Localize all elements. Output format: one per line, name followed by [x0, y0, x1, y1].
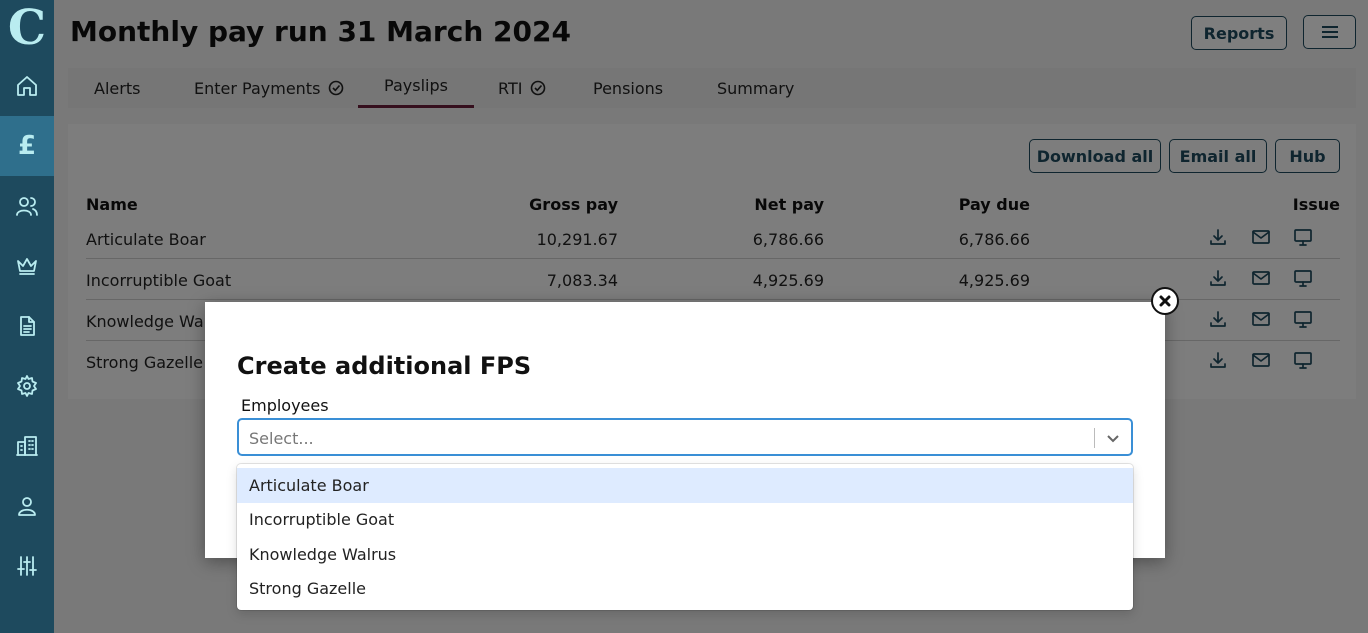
- sidebar-item-crown[interactable]: [0, 236, 54, 296]
- sidebar: C £: [0, 0, 54, 633]
- chevron-down-icon: [1107, 435, 1119, 443]
- dropdown-option[interactable]: Strong Gazelle: [237, 572, 1133, 607]
- sidebar-item-payroll[interactable]: £: [0, 116, 54, 176]
- crown-icon: [17, 258, 37, 275]
- dropdown-option[interactable]: Articulate Boar: [237, 468, 1133, 503]
- home-icon: [17, 76, 37, 96]
- document-icon: [20, 316, 35, 336]
- select-placeholder: Select...: [249, 429, 314, 448]
- gear-icon: [17, 375, 37, 397]
- close-icon: [1159, 295, 1171, 307]
- modal-title: Create additional FPS: [237, 352, 532, 380]
- employees-dropdown-menu: Articulate Boar Incorruptible Goat Knowl…: [237, 464, 1133, 610]
- employees-label: Employees: [241, 396, 329, 415]
- pound-icon: £: [17, 131, 37, 161]
- select-separator: [1094, 428, 1095, 448]
- dropdown-option[interactable]: Knowledge Walrus: [237, 537, 1133, 572]
- sidebar-item-settings[interactable]: [0, 356, 54, 416]
- users-icon: [16, 197, 38, 216]
- user-icon: [18, 497, 36, 516]
- sidebar-item-company[interactable]: [0, 416, 54, 476]
- employees-select[interactable]: Select...: [237, 418, 1133, 456]
- app-logo[interactable]: C: [0, 0, 54, 56]
- sidebar-item-documents[interactable]: [0, 296, 54, 356]
- sidebar-item-home[interactable]: [0, 56, 54, 116]
- building-icon: [16, 436, 38, 456]
- close-modal-button[interactable]: [1151, 287, 1179, 315]
- sliders-icon: [17, 556, 37, 576]
- select-toggle[interactable]: [1103, 428, 1123, 448]
- sidebar-item-employees[interactable]: [0, 176, 54, 236]
- sidebar-item-account[interactable]: [0, 476, 54, 536]
- sidebar-item-adjustments[interactable]: [0, 536, 54, 596]
- dropdown-option[interactable]: Incorruptible Goat: [237, 503, 1133, 538]
